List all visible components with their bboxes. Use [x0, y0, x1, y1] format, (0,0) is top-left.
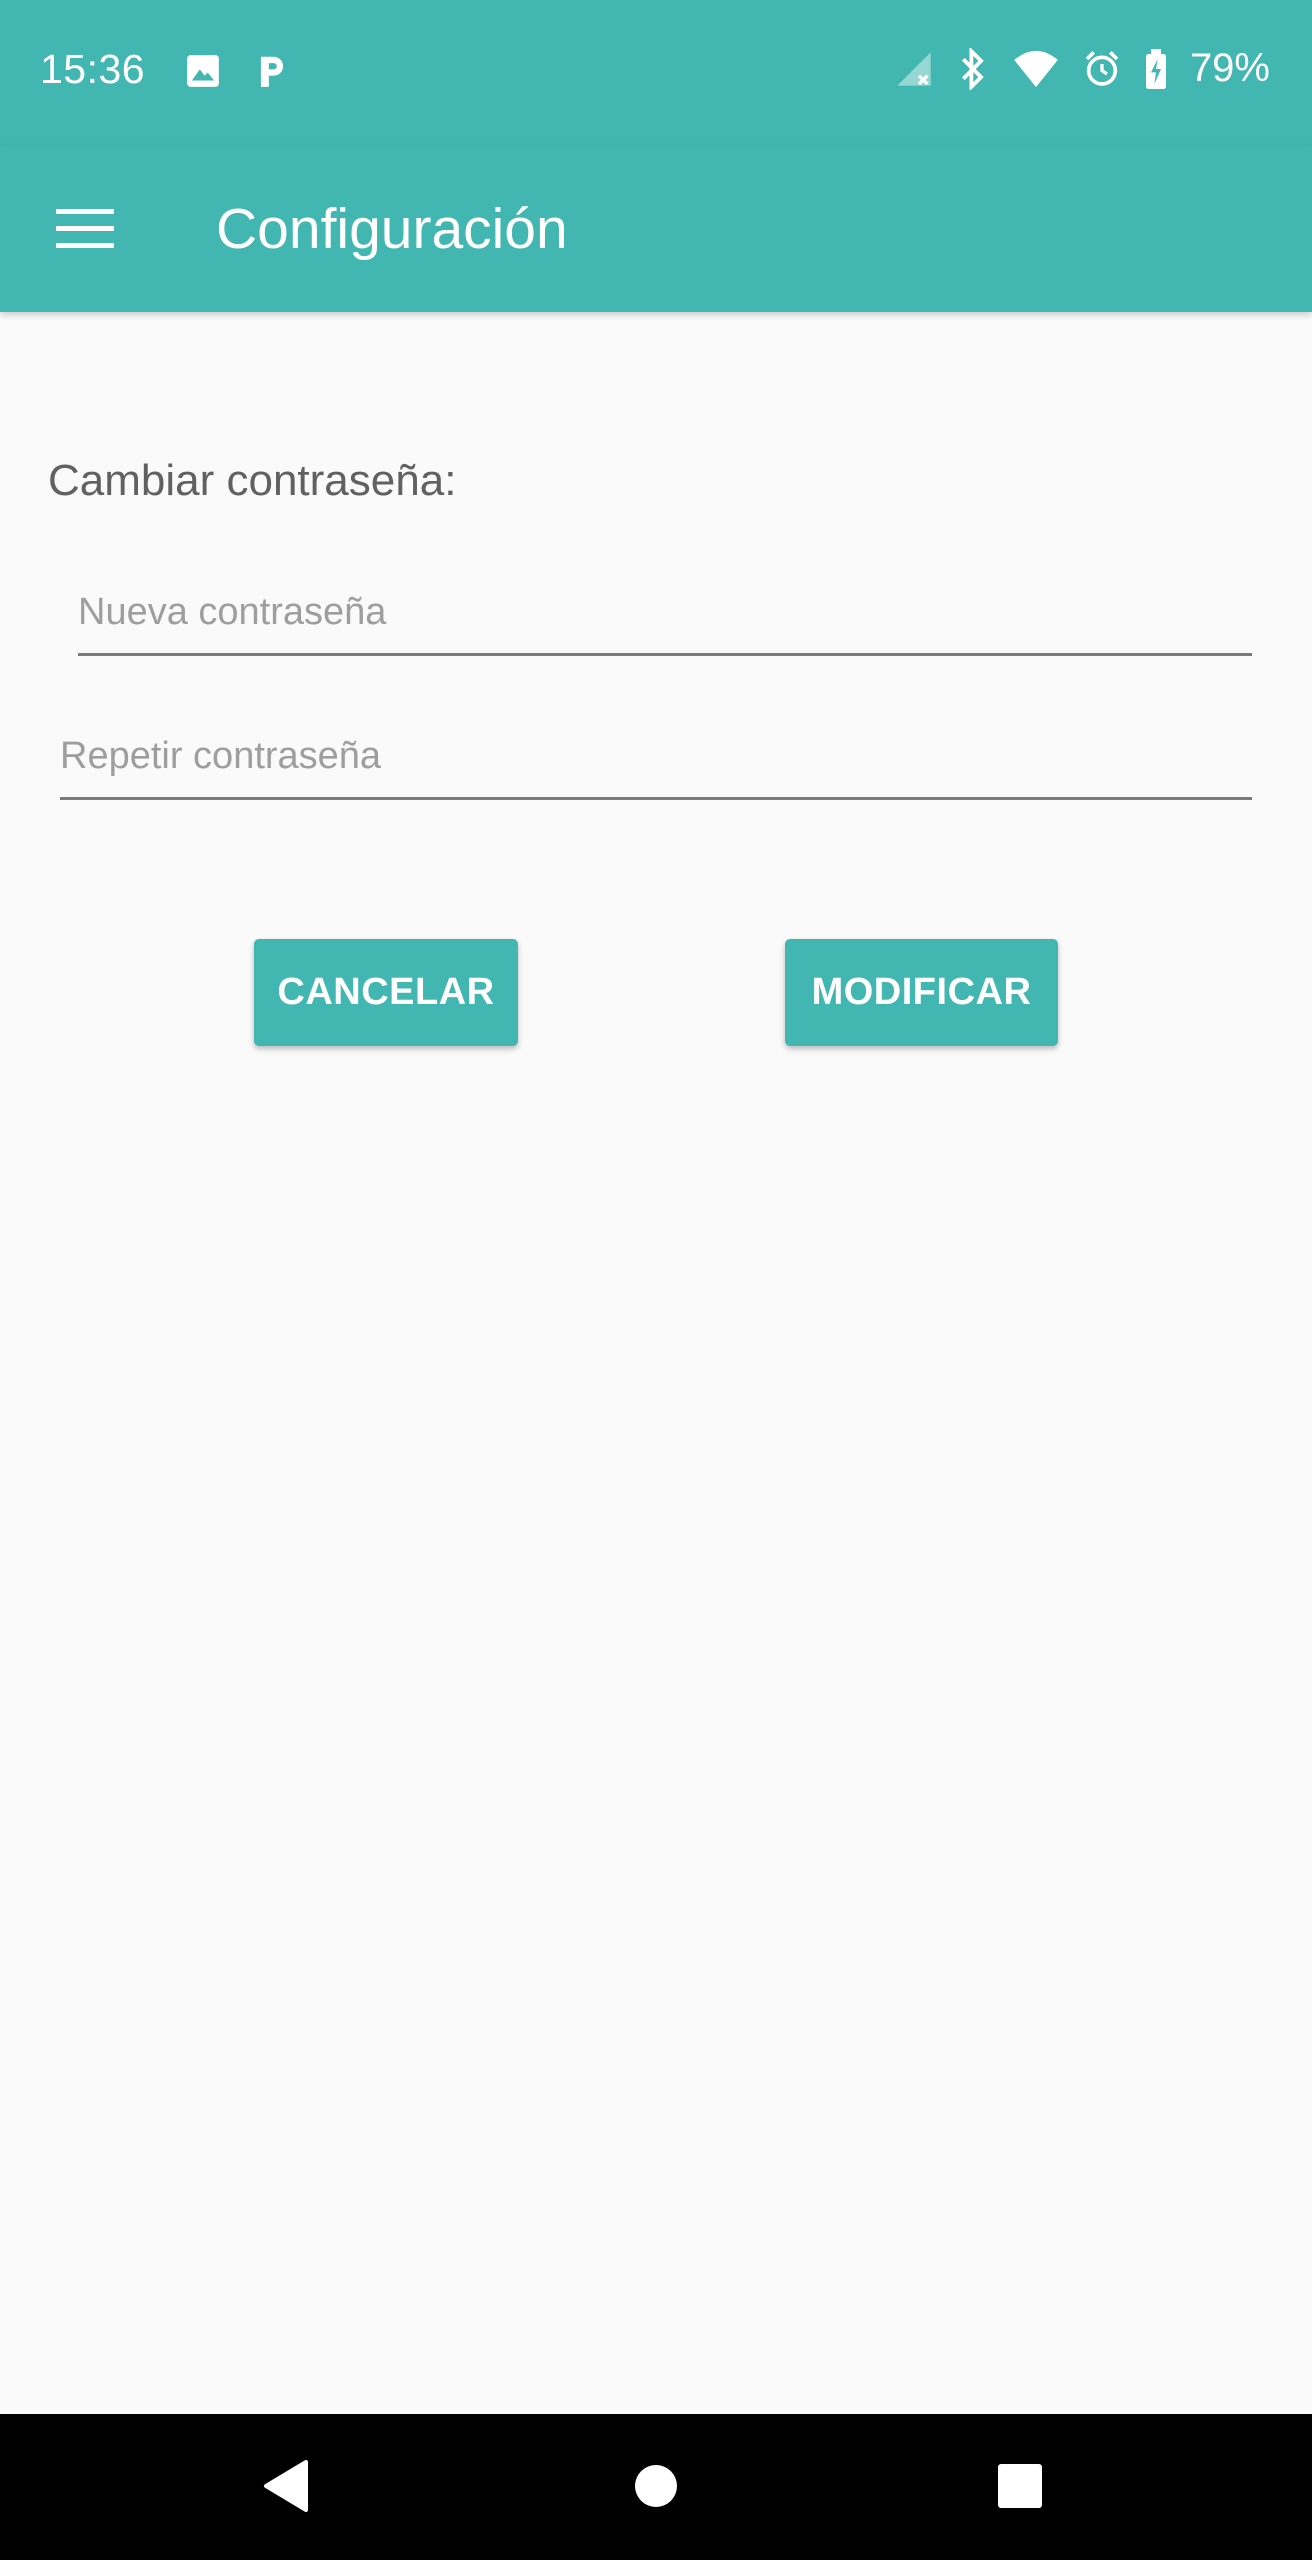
status-right: 79%	[894, 46, 1270, 91]
no-signal-icon	[894, 49, 934, 89]
hamburger-menu-icon	[56, 208, 114, 254]
status-left-icons	[184, 52, 290, 95]
battery-percent: 79%	[1189, 46, 1270, 90]
recents-button[interactable]	[988, 2456, 1052, 2520]
home-icon	[634, 2464, 678, 2513]
new-password-field[interactable]	[78, 584, 1252, 656]
navigation-bar	[0, 2414, 1312, 2560]
parking-app-icon	[254, 52, 290, 95]
wifi-icon	[1012, 49, 1060, 89]
alarm-icon	[1082, 49, 1122, 89]
modify-button[interactable]: MODIFICAR	[785, 939, 1058, 1046]
status-time: 15:36	[40, 46, 146, 92]
back-icon	[262, 2459, 310, 2517]
back-button[interactable]	[254, 2456, 318, 2520]
bluetooth-icon	[956, 47, 990, 90]
menu-button[interactable]	[40, 186, 130, 276]
home-button[interactable]	[624, 2456, 688, 2520]
repeat-password-field[interactable]	[60, 728, 1252, 800]
recents-icon	[997, 2463, 1043, 2514]
page-title: Configuración	[216, 197, 568, 261]
battery-charging-icon	[1144, 48, 1168, 89]
status-bar: 15:36 79%	[0, 0, 1312, 146]
cancel-button[interactable]: CANCELAR	[254, 939, 518, 1046]
app-bar: Configuración	[0, 146, 1312, 312]
change-password-label: Cambiar contraseña:	[48, 456, 457, 505]
image-icon	[184, 52, 222, 95]
